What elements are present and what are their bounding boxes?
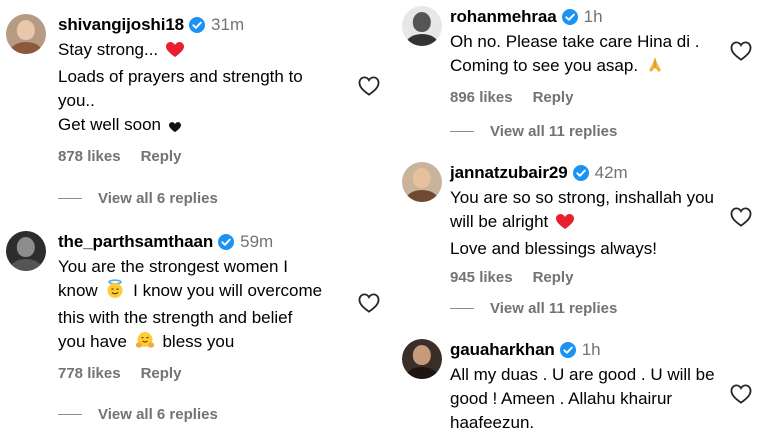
- like-heart-icon[interactable]: [730, 41, 752, 61]
- avatar[interactable]: [402, 6, 442, 46]
- likes-count[interactable]: 896 likes: [450, 89, 513, 106]
- reply-button[interactable]: Reply: [141, 365, 182, 382]
- username[interactable]: jannatzubair29: [450, 163, 568, 183]
- comment-body: gauaharkhan 1h All my duas . U are good …: [450, 339, 724, 432]
- comment-body: the_parthsamthaan 59m You are the strong…: [58, 231, 344, 382]
- username[interactable]: shivangijoshi18: [58, 15, 184, 35]
- divider: [58, 414, 82, 415]
- reply-button[interactable]: Reply: [141, 148, 182, 165]
- hugging-face-emoji: [135, 330, 155, 357]
- reply-button[interactable]: Reply: [533, 269, 574, 286]
- divider: [450, 131, 474, 132]
- view-replies-button[interactable]: View all 6 replies: [58, 190, 218, 207]
- likes-count[interactable]: 878 likes: [58, 148, 121, 165]
- comment-meta: 896 likes Reply: [450, 89, 724, 106]
- like-heart-icon[interactable]: [358, 76, 380, 96]
- black-heart-emoji: [168, 116, 181, 140]
- verified-badge-icon: [559, 342, 576, 358]
- avatar[interactable]: [6, 14, 46, 54]
- avatar[interactable]: [402, 162, 442, 202]
- view-replies-button[interactable]: View all 6 replies: [58, 406, 218, 423]
- comment-text: Stay strong... Loads of prayers and stre…: [58, 38, 344, 140]
- like-heart-icon[interactable]: [730, 384, 752, 404]
- username[interactable]: the_parthsamthaan: [58, 232, 213, 252]
- username[interactable]: rohanmehraa: [450, 7, 557, 27]
- timestamp: 31m: [211, 15, 245, 34]
- comment-body: jannatzubair29 42m You are so so strong,…: [450, 162, 724, 286]
- view-replies-button[interactable]: View all 11 replies: [450, 123, 617, 140]
- comment-meta: 945 likes Reply: [450, 269, 724, 286]
- timestamp: 59m: [240, 232, 274, 251]
- likes-count[interactable]: 945 likes: [450, 269, 513, 286]
- verified-badge-icon: [572, 165, 589, 181]
- verified-badge-icon: [561, 9, 578, 25]
- comment-meta: 778 likes Reply: [58, 365, 344, 382]
- smiling-face-with-halo-emoji: [105, 279, 125, 306]
- divider: [450, 308, 474, 309]
- comment-meta: 878 likes Reply: [58, 148, 344, 165]
- red-heart-emoji: [556, 213, 574, 237]
- view-replies-button[interactable]: View all 11 replies: [450, 300, 617, 317]
- folded-hands-emoji: [646, 56, 664, 81]
- likes-count[interactable]: 778 likes: [58, 365, 121, 382]
- avatar[interactable]: [402, 339, 442, 379]
- comment-text: You are so so strong, inshallah you will…: [450, 188, 714, 258]
- timestamp: 1h: [581, 340, 601, 359]
- verified-badge-icon: [189, 17, 206, 33]
- comment-text: All my duas . U are good . U will be goo…: [450, 365, 715, 432]
- comment-text: Oh no. Please take care Hina di . Coming…: [450, 30, 724, 81]
- like-heart-icon[interactable]: [358, 293, 380, 313]
- comment-body: shivangijoshi18 31m Stay strong... Loads…: [58, 14, 344, 165]
- red-heart-emoji: [165, 41, 184, 65]
- like-heart-icon[interactable]: [730, 207, 752, 227]
- avatar[interactable]: [6, 231, 46, 271]
- username[interactable]: gauaharkhan: [450, 340, 555, 360]
- divider: [58, 198, 82, 199]
- reply-button[interactable]: Reply: [533, 89, 574, 106]
- timestamp: 42m: [594, 163, 628, 182]
- comment-text: You are the strongest women I know I kno…: [58, 255, 344, 357]
- comment-body: rohanmehraa 1h Oh no. Please take care H…: [450, 6, 724, 106]
- timestamp: 1h: [583, 7, 603, 26]
- verified-badge-icon: [218, 234, 235, 250]
